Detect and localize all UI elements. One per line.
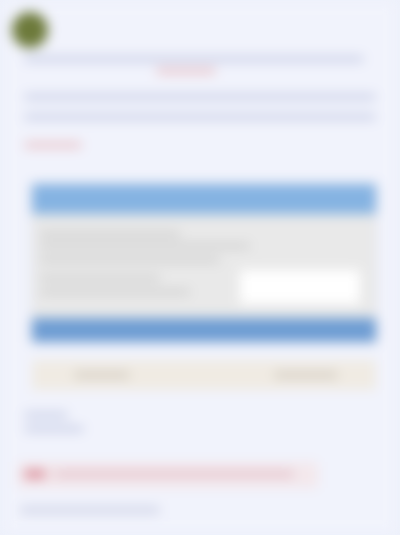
- post-text-line: [24, 56, 364, 62]
- embedded-row: [40, 258, 220, 262]
- reply-badge: [24, 470, 46, 478]
- post-text-line: [24, 94, 376, 100]
- embedded-row: [40, 276, 160, 280]
- link-preview-meta: [274, 372, 338, 378]
- embedded-row: [40, 290, 190, 294]
- avatar[interactable]: [12, 12, 48, 48]
- post-meta: [24, 412, 68, 418]
- post-meta: [24, 426, 84, 432]
- reply-banner[interactable]: [18, 462, 318, 488]
- post-hashtag[interactable]: [24, 142, 82, 148]
- post-card: [4, 2, 396, 533]
- more-options-icon[interactable]: [376, 10, 384, 18]
- embedded-row: [40, 232, 180, 236]
- embedded-panel: [240, 270, 360, 304]
- embedded-header-bar: [32, 184, 376, 214]
- reply-subtext: [20, 506, 160, 514]
- embedded-screenshot[interactable]: [32, 184, 376, 342]
- link-preview-source: [74, 372, 130, 378]
- reply-text: [54, 471, 294, 477]
- post-link[interactable]: [156, 68, 216, 74]
- embedded-footer-bar: [32, 318, 376, 342]
- embedded-row: [40, 244, 250, 248]
- post-text-line: [24, 114, 376, 120]
